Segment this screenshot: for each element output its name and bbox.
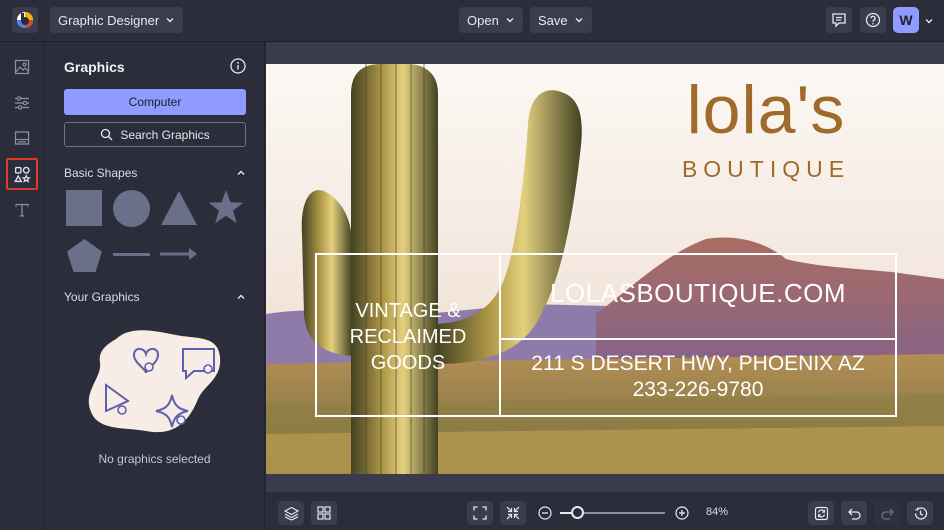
tagline[interactable]: VINTAGE & RECLAIMED GOODS xyxy=(318,298,498,376)
grid-icon xyxy=(317,506,331,520)
chevron-down-icon xyxy=(575,18,583,23)
actual-size-button[interactable] xyxy=(500,501,526,525)
tagline-line-1: VINTAGE & xyxy=(355,300,461,322)
open-label: Open xyxy=(467,12,499,28)
rail-item-adjust[interactable] xyxy=(6,87,38,119)
brand-subtitle[interactable]: BOUTIQUE xyxy=(676,156,856,183)
arrow-shape[interactable] xyxy=(160,247,198,261)
layers-icon xyxy=(283,506,299,521)
tagline-line-3: GOODS xyxy=(370,352,446,374)
comments-button[interactable] xyxy=(826,7,852,33)
chevron-up-icon xyxy=(237,170,245,175)
circle-shape[interactable] xyxy=(113,190,150,227)
tool-rail xyxy=(0,42,44,530)
search-icon xyxy=(101,128,113,141)
project-name: Graphic Designer xyxy=(58,12,160,28)
tagline-line-2: RECLAIMED xyxy=(349,326,467,348)
info-icon[interactable] xyxy=(230,58,246,74)
undo-button[interactable] xyxy=(841,501,867,525)
search-graphics-button[interactable]: Search Graphics xyxy=(64,122,246,147)
basic-shapes-header[interactable]: Basic Shapes xyxy=(64,166,246,180)
zoom-out-icon[interactable] xyxy=(538,506,552,520)
rail-item-layout[interactable] xyxy=(6,122,38,154)
layout-icon xyxy=(14,131,30,145)
fit-to-screen-button[interactable] xyxy=(467,501,493,525)
zoom-level-label: 84% xyxy=(706,506,729,518)
star-shape[interactable] xyxy=(207,189,245,226)
editor-stage: lola's BOUTIQUE VINTAGE & RECLAIMED GOOD… xyxy=(266,42,944,492)
address-text[interactable]: 211 S DESERT HWY, PHOENIX AZ xyxy=(502,352,894,376)
empty-graphics-illustration xyxy=(88,330,221,433)
help-icon xyxy=(865,12,881,28)
zoom-slider-handle[interactable] xyxy=(571,506,584,519)
pentagon-shape[interactable] xyxy=(66,238,103,273)
save-label: Save xyxy=(538,12,568,28)
chevron-up-icon xyxy=(237,294,245,299)
empty-graphics-label: No graphics selected xyxy=(98,452,211,466)
sliders-icon xyxy=(15,96,29,110)
chevron-down-icon[interactable] xyxy=(924,16,934,26)
phone-text[interactable]: 233-226-9780 xyxy=(502,378,894,402)
design-canvas[interactable]: lola's BOUTIQUE VINTAGE & RECLAIMED GOOD… xyxy=(266,64,944,474)
project-dropdown[interactable]: Graphic Designer xyxy=(50,7,184,33)
triangle-shape[interactable] xyxy=(160,190,198,226)
history-icon xyxy=(914,506,927,520)
help-button[interactable] xyxy=(860,7,886,33)
website-text[interactable]: LOLASBOUTIQUE.COM xyxy=(502,278,894,309)
avatar-initial: W xyxy=(899,12,913,28)
app-logo[interactable] xyxy=(12,7,38,33)
chevron-down-icon xyxy=(506,18,514,23)
search-graphics-label: Search Graphics xyxy=(120,127,210,142)
refresh-button[interactable] xyxy=(808,501,834,525)
rail-item-graphics[interactable] xyxy=(6,158,38,190)
rail-item-images[interactable] xyxy=(6,51,38,83)
top-bar: Graphic Designer Open Save W xyxy=(0,0,944,42)
logo-icon xyxy=(17,12,33,28)
refresh-icon xyxy=(814,506,828,520)
history-button[interactable] xyxy=(907,501,933,525)
graphics-panel: Graphics Computer Search Graphics Basic … xyxy=(44,42,265,530)
panel-title: Graphics xyxy=(64,59,125,75)
save-button[interactable]: Save xyxy=(530,7,592,33)
shrink-icon xyxy=(506,506,520,520)
your-graphics-header[interactable]: Your Graphics xyxy=(64,290,246,304)
graphics-icon xyxy=(13,166,31,183)
grid-button[interactable] xyxy=(311,501,337,525)
undo-icon xyxy=(847,508,861,520)
open-button[interactable]: Open xyxy=(459,7,523,33)
basic-shapes-label: Basic Shapes xyxy=(64,166,138,180)
zoom-slider-track[interactable] xyxy=(560,506,665,519)
computer-upload-button[interactable]: Computer xyxy=(64,89,246,115)
brand-name[interactable]: lola's xyxy=(676,70,856,150)
user-avatar[interactable]: W xyxy=(893,7,919,33)
bottom-toolbar: 84% xyxy=(266,493,944,530)
rail-item-text[interactable] xyxy=(6,194,38,226)
chevron-down-icon xyxy=(166,18,174,23)
expand-icon xyxy=(473,506,487,520)
comment-icon xyxy=(832,13,846,28)
line-shape[interactable] xyxy=(113,253,150,256)
image-icon xyxy=(14,59,30,75)
redo-icon xyxy=(880,508,894,520)
layers-button[interactable] xyxy=(278,501,304,525)
text-icon xyxy=(15,203,29,217)
zoom-in-icon[interactable] xyxy=(675,506,689,520)
square-shape[interactable] xyxy=(66,190,102,226)
redo-button[interactable] xyxy=(874,501,900,525)
your-graphics-label: Your Graphics xyxy=(64,290,140,304)
